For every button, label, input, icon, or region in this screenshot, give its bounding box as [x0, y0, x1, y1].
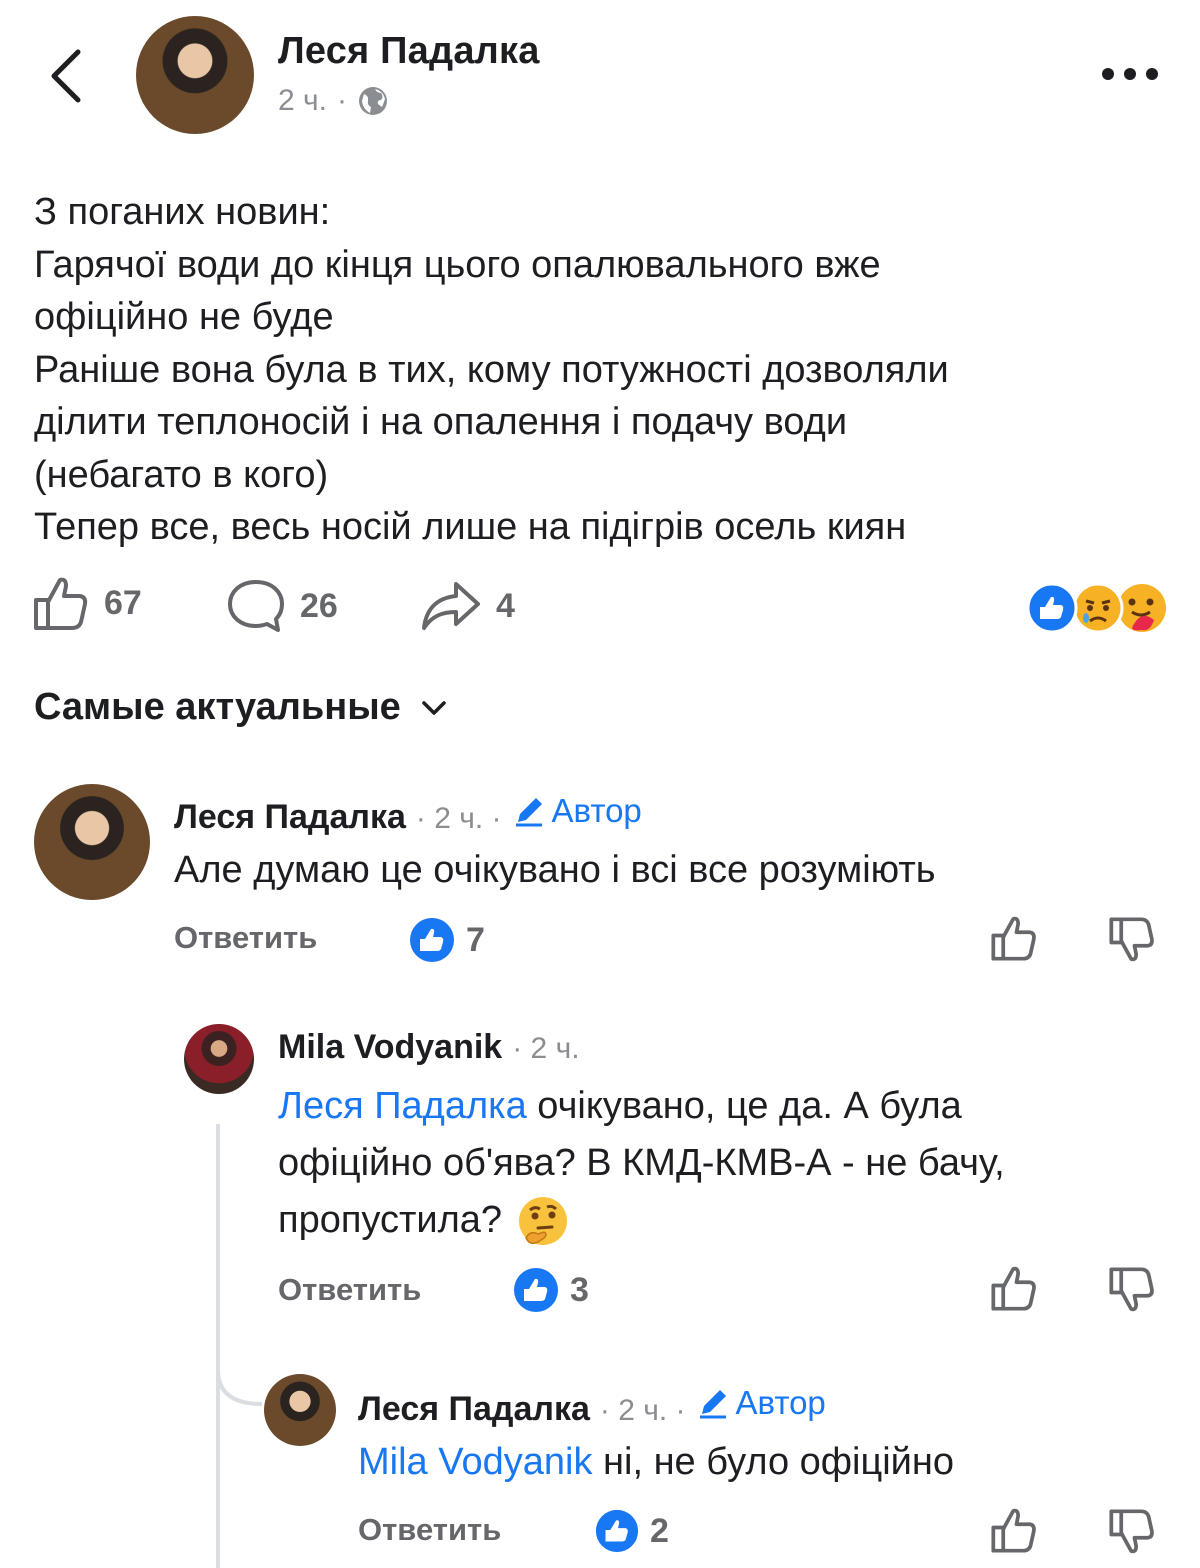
post-line: Тепер все, весь носій лише на підігрів о…	[34, 506, 907, 548]
more-dots-icon	[1102, 68, 1158, 80]
thumbs-down-icon	[1109, 1267, 1154, 1312]
author-badge-label: Автор	[551, 792, 642, 829]
like-button[interactable]: 67	[32, 574, 142, 632]
comment-text: Але думаю це очікувано і всі все розумію…	[174, 849, 936, 891]
like-reaction-icon	[410, 918, 454, 962]
thumbs-up-icon	[991, 1508, 1036, 1553]
author-badge-label: Автор	[735, 1384, 826, 1421]
commenter-name[interactable]: Mila Vodyanik	[278, 1028, 502, 1067]
share-button[interactable]: 4	[420, 578, 515, 634]
comment-text-part: пропустила?	[278, 1199, 503, 1241]
post-time: 2 ч.	[278, 84, 327, 117]
commenter-name[interactable]: Леся Падалка	[174, 798, 406, 837]
comment-time-value: 2 ч.	[618, 1394, 668, 1427]
comment-like-count: 2	[594, 1508, 669, 1554]
post-line: Гарячої води до кінця цього опалювальног…	[34, 243, 881, 286]
pencil-icon	[515, 798, 542, 827]
commenter-avatar[interactable]	[184, 1024, 254, 1094]
post-meta: 2 ч. ·	[278, 84, 389, 118]
comment-dislike-button[interactable]	[1108, 916, 1156, 969]
reply-button[interactable]: Ответить	[174, 920, 317, 956]
comment-button[interactable]: 26	[226, 578, 338, 634]
post-line: офіційно не буде	[34, 296, 334, 338]
thumbs-up-icon	[34, 577, 88, 630]
post-line: З поганих новин:	[34, 191, 331, 233]
chevron-down-icon	[422, 700, 446, 715]
post-line: Раніше вона була в тих, кому потужності …	[34, 348, 949, 391]
thumbs-down-icon	[1109, 917, 1154, 962]
post-line: ділити теплоносій і на опалення і подачу…	[34, 401, 848, 443]
share-arrow-icon	[422, 582, 480, 630]
comment-dislike-button[interactable]	[1108, 1508, 1156, 1561]
thread-branch	[216, 1370, 263, 1406]
comment-time-value: 2 ч.	[434, 802, 484, 835]
like-count-value: 3	[570, 1270, 589, 1309]
like-count: 67	[104, 583, 142, 622]
comment-text-part: ні, не було офіційно	[592, 1441, 955, 1483]
post-text: З поганих новин: Гарячої води до кінця ц…	[34, 186, 1174, 554]
comment-like-button[interactable]	[990, 914, 1038, 967]
post-author-name[interactable]: Леся Падалка	[278, 30, 540, 73]
back-chevron-icon	[51, 49, 81, 103]
comment-like-button[interactable]	[990, 1506, 1038, 1559]
thumbs-down-icon	[1109, 1509, 1154, 1554]
care-reaction-icon	[1118, 584, 1166, 632]
globe-icon	[358, 87, 387, 115]
comment-count: 26	[300, 586, 338, 625]
thumbs-up-icon	[991, 916, 1036, 961]
author-avatar[interactable]	[136, 16, 254, 134]
comment-text: Mila Vodyanik ні, не було офіційно	[358, 1434, 954, 1491]
reactions-summary[interactable]	[1024, 580, 1174, 636]
pencil-icon	[699, 1390, 726, 1419]
like-reaction-icon	[595, 1509, 639, 1553]
thumbs-up-icon	[991, 1266, 1036, 1311]
comment-time-value: 2 ч.	[530, 1032, 580, 1065]
commenter-name[interactable]: Леся Падалка	[358, 1390, 590, 1429]
thread-line	[216, 1124, 220, 1568]
like-count-value: 2	[650, 1511, 669, 1550]
meta-separator: ·	[336, 84, 347, 117]
author-badge: Автор	[696, 1384, 826, 1422]
commenter-avatar[interactable]	[34, 784, 150, 900]
back-button[interactable]	[44, 46, 92, 106]
sort-label: Самые актуальные	[34, 686, 401, 728]
sort-dropdown[interactable]: Самые актуальные	[34, 686, 447, 729]
comment-time: · 2 ч. ·	[599, 1394, 686, 1427]
comment-dislike-button[interactable]	[1108, 1266, 1156, 1319]
comment-header: Леся Падалка · 2 ч. · Автор	[174, 792, 642, 837]
comment-like-button[interactable]	[990, 1264, 1038, 1317]
mention-link[interactable]: Леся Падалка	[278, 1085, 527, 1127]
reply-button[interactable]: Ответить	[358, 1512, 501, 1548]
share-count: 4	[496, 586, 515, 625]
like-reaction-icon	[514, 1268, 558, 1312]
thinking-face-emoji-icon	[519, 1196, 568, 1245]
sad-reaction-icon	[1072, 582, 1124, 634]
comment-bubble-icon	[228, 580, 284, 632]
comment-text: Леся Падалка очікувано, це да. А була оф…	[278, 1078, 1178, 1249]
comment-header: Леся Падалка · 2 ч. · Автор	[358, 1384, 826, 1429]
author-badge: Автор	[512, 792, 642, 830]
comment-like-count: 7	[408, 916, 485, 964]
comment-time: · 2 ч.	[512, 1032, 580, 1065]
mention-link[interactable]: Mila Vodyanik	[358, 1441, 592, 1483]
like-count-value: 7	[466, 920, 485, 959]
comment-text-part: офіційно об'ява? В КМД-КМВ-А - не бачу,	[278, 1142, 1005, 1184]
comment-header: Mila Vodyanik · 2 ч.	[278, 1028, 580, 1067]
reply-button[interactable]: Ответить	[278, 1272, 421, 1308]
post-line: (небагато в кого)	[34, 453, 329, 496]
commenter-avatar[interactable]	[264, 1374, 336, 1446]
more-options-button[interactable]	[1100, 62, 1160, 86]
comment-text-part: очікувано, це да. А була	[526, 1085, 962, 1127]
like-reaction-icon	[1026, 582, 1078, 634]
comment-time: · 2 ч. ·	[415, 802, 502, 835]
comment-like-count: 3	[512, 1266, 589, 1314]
